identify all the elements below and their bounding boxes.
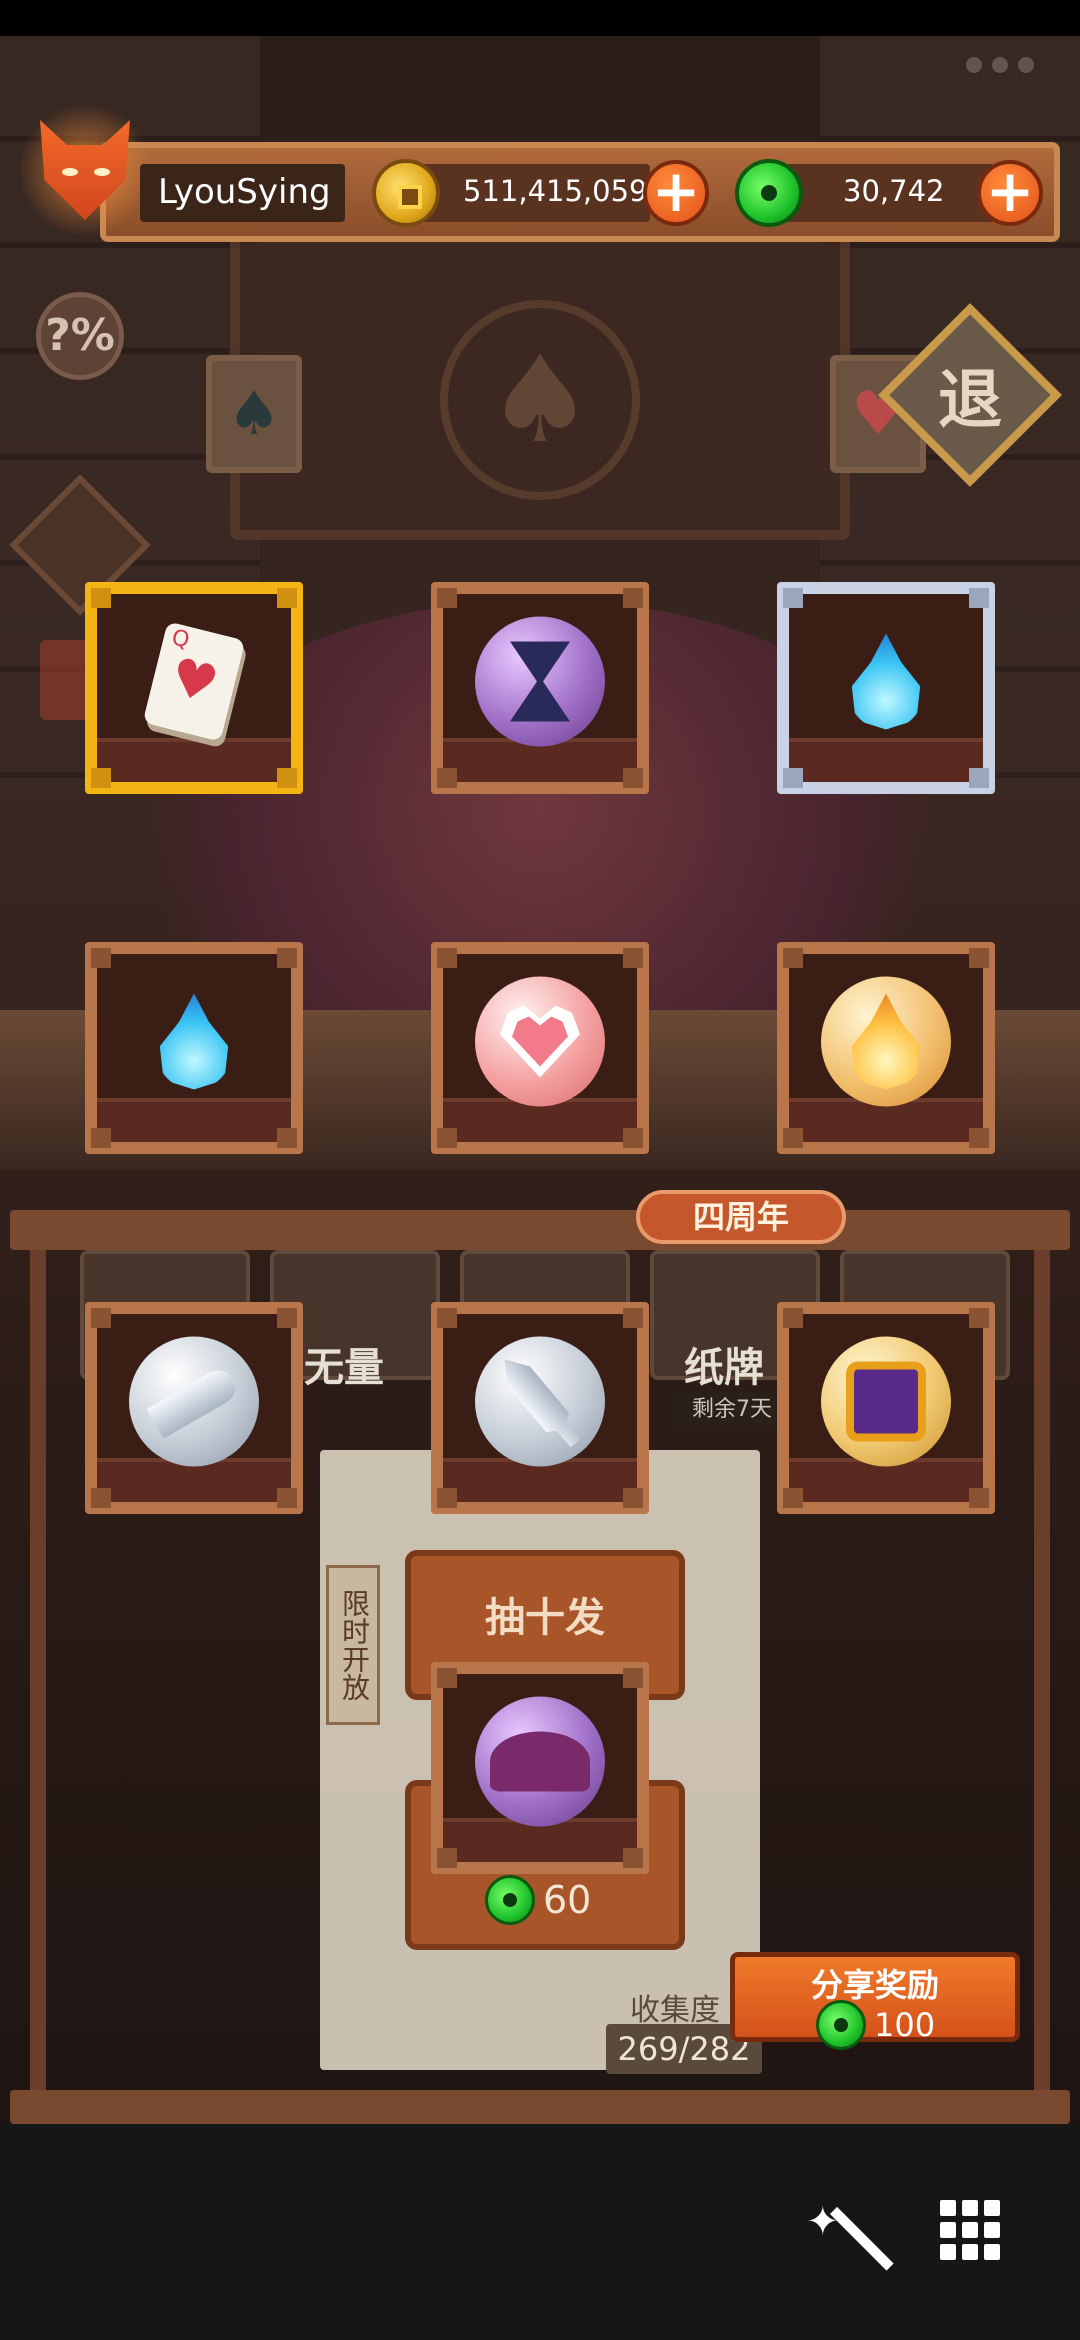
heart-orb-icon: [475, 976, 605, 1107]
grid-menu-button[interactable]: [940, 2200, 1000, 2260]
game-screen: ♠ ♠ ♥ LyouSying 511,415,059 + 30,742 + ?…: [0, 0, 1080, 2340]
collection-label: 收集度: [630, 1993, 720, 2028]
status-strip: [0, 0, 1080, 36]
share-reward-price: 100: [816, 2000, 935, 2050]
jade-coin-icon: [735, 159, 803, 227]
player-avatar[interactable]: [20, 90, 150, 260]
lower-rail-bottom: [10, 2090, 1070, 2124]
limited-open-tag: 限时开放: [326, 1565, 380, 1725]
bottom-toolbar: [0, 2124, 1080, 2340]
sword-orb-icon: [475, 1336, 605, 1467]
fire-orb-icon: [821, 976, 951, 1107]
jade-amount: 30,742: [843, 174, 945, 208]
spade-emblem-icon: ♠: [440, 300, 640, 500]
add-gold-button[interactable]: +: [643, 160, 709, 226]
item-slot-4[interactable]: [85, 942, 303, 1154]
item-slot-5[interactable]: [431, 942, 649, 1154]
item-slot-6[interactable]: [777, 942, 995, 1154]
cleaver-orb-icon: [129, 1336, 259, 1467]
draw-price-value: 60: [543, 1878, 592, 1922]
player-name: LyouSying: [158, 172, 331, 212]
remaining-days-badge: 剩余7天: [672, 1392, 792, 1428]
retreat-label: 退: [938, 364, 1002, 438]
item-slot-8[interactable]: [431, 1302, 649, 1514]
gold-coin-icon: [372, 159, 440, 227]
anniversary-tag: 四周年: [636, 1190, 846, 1244]
jade-coin-icon: [485, 1875, 535, 1925]
odds-help-button[interactable]: ?%: [36, 292, 124, 380]
item-slot-3[interactable]: [777, 582, 995, 794]
jade-coin-icon: [816, 2000, 866, 2050]
item-slot-9[interactable]: [777, 1302, 995, 1514]
draw-price: 60: [485, 1875, 591, 1925]
blue-flame-icon: [821, 617, 951, 747]
hanging-spade-card-icon: ♠: [206, 355, 302, 473]
draw-ten-label: 抽十发: [485, 1595, 605, 1641]
card-suit: ♥: [164, 646, 224, 717]
item-slot-2[interactable]: [431, 582, 649, 794]
add-jade-button[interactable]: +: [977, 160, 1043, 226]
lower-rail-top: [10, 1210, 1070, 1250]
hat-orb-icon: [475, 1696, 605, 1827]
mode-label-wuliang: 无量: [304, 1345, 384, 1391]
mask-orb-icon: [821, 1336, 951, 1467]
playing-card-q-hearts-icon: Q ♥: [129, 617, 259, 747]
blue-flame-icon: [129, 977, 259, 1107]
gold-amount: 511,415,059: [463, 174, 648, 208]
share-price-value: 100: [874, 2006, 936, 2044]
hourglass-orb-icon: [475, 616, 605, 747]
item-slot-1[interactable]: Q ♥: [85, 582, 303, 794]
magic-wand-button[interactable]: ✦: [800, 2200, 894, 2280]
item-slot-10[interactable]: [431, 1662, 649, 1874]
item-slot-7[interactable]: [85, 1302, 303, 1514]
mode-label-zhipai: 纸牌: [684, 1345, 764, 1391]
